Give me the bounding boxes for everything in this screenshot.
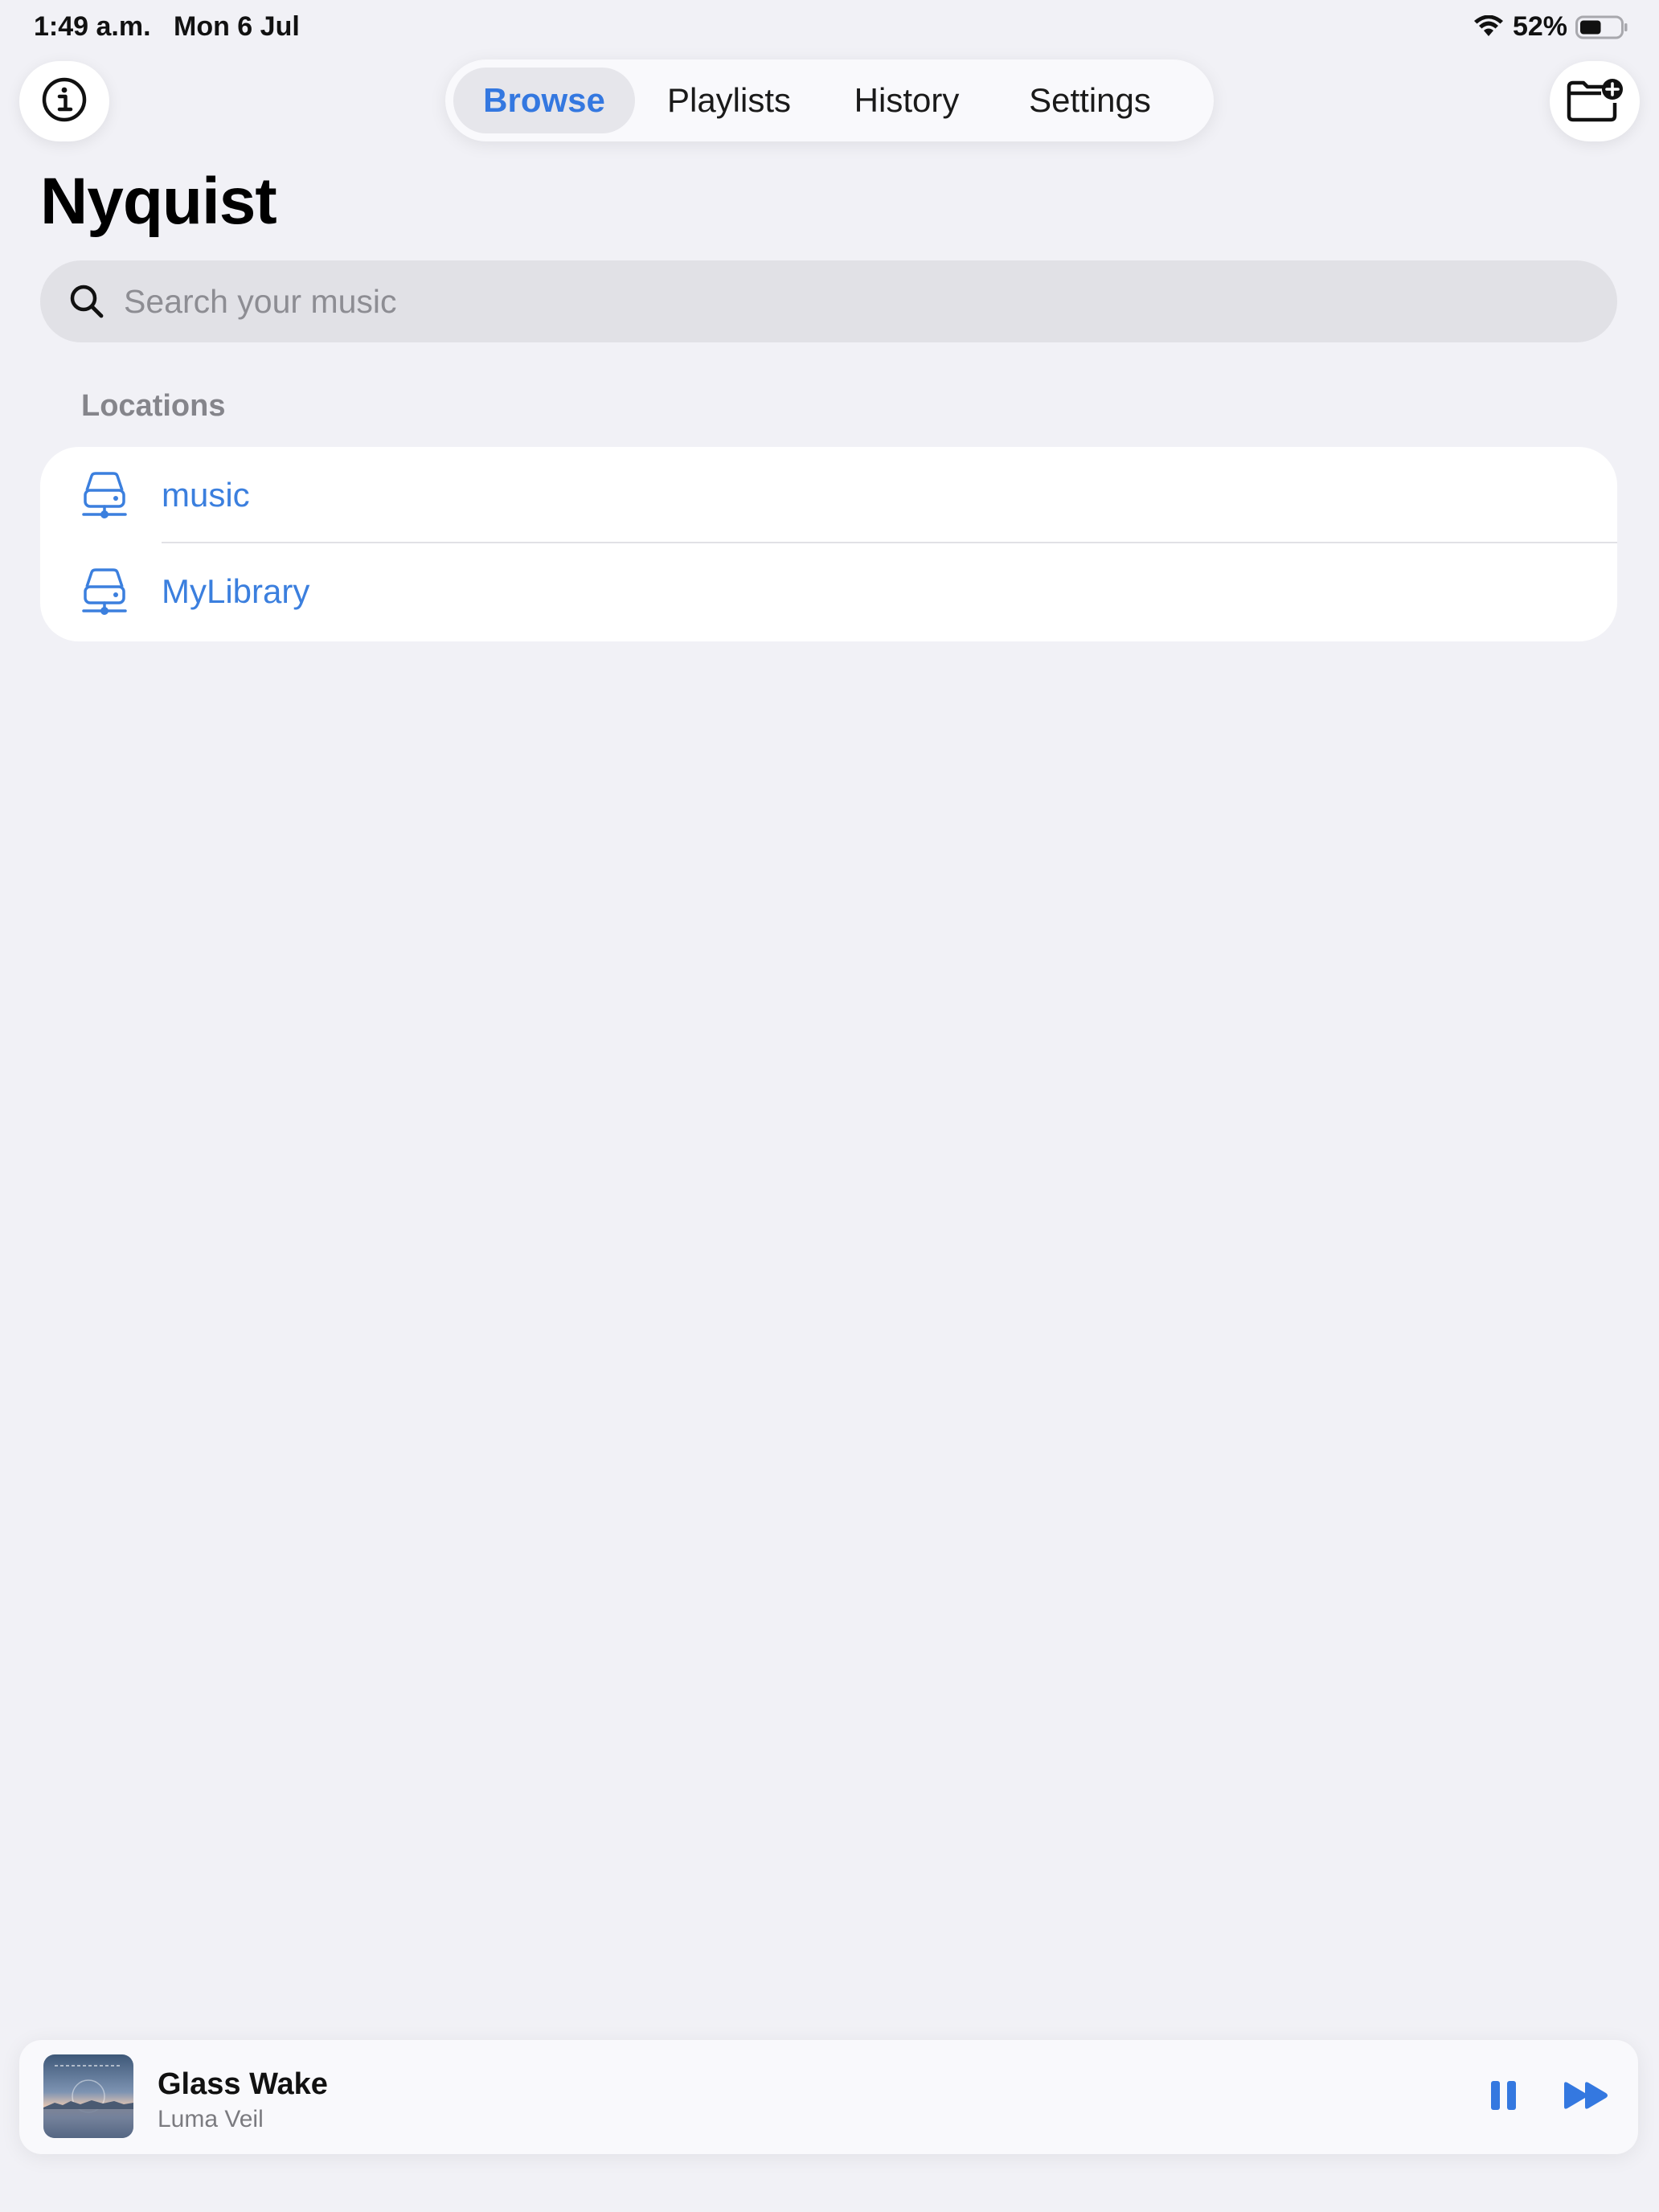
info-circle-icon [40,76,88,128]
tab-browse[interactable]: Browse [453,68,635,133]
tab-bar: Browse Playlists History Settings [445,59,1214,141]
tab-history[interactable]: History [828,68,985,133]
wifi-icon [1473,14,1505,39]
now-playing-bar[interactable]: Glass Wake Luma Veil [19,2040,1638,2154]
add-folder-button[interactable] [1550,61,1640,141]
status-time: 1:49 a.m. [34,11,151,42]
location-item-music[interactable]: music [40,447,1617,543]
location-item-mylibrary[interactable]: MyLibrary [40,543,1617,640]
page-title: Nyquist [40,165,277,238]
locations-list: music MyLibrary [40,447,1617,641]
tab-playlists[interactable]: Playlists [641,68,817,133]
battery-icon [1575,14,1628,40]
album-artwork [43,2054,133,2138]
network-drive-icon [79,469,130,521]
fast-forward-icon [1561,2079,1612,2116]
info-button[interactable] [19,61,109,141]
pause-icon [1488,2078,1520,2117]
search-input[interactable] [122,264,1572,338]
track-title: Glass Wake [158,2067,328,2101]
track-artist: Luma Veil [158,2106,264,2132]
search-bar[interactable] [40,260,1617,342]
tab-settings[interactable]: Settings [995,68,1185,133]
skip-forward-button[interactable] [1555,2069,1619,2125]
folder-plus-icon [1564,76,1625,128]
battery-percent: 52% [1512,11,1567,42]
location-label: MyLibrary [162,572,310,610]
status-bar: 1:49 a.m. Mon 6 Jul 52% [0,0,1659,59]
pause-button[interactable] [1476,2069,1532,2125]
network-drive-icon [79,566,130,617]
status-date: Mon 6 Jul [174,11,300,42]
search-icon [68,282,106,321]
status-indicators: 52% [1473,11,1628,43]
location-label: music [162,476,250,514]
locations-header: Locations [81,389,226,423]
